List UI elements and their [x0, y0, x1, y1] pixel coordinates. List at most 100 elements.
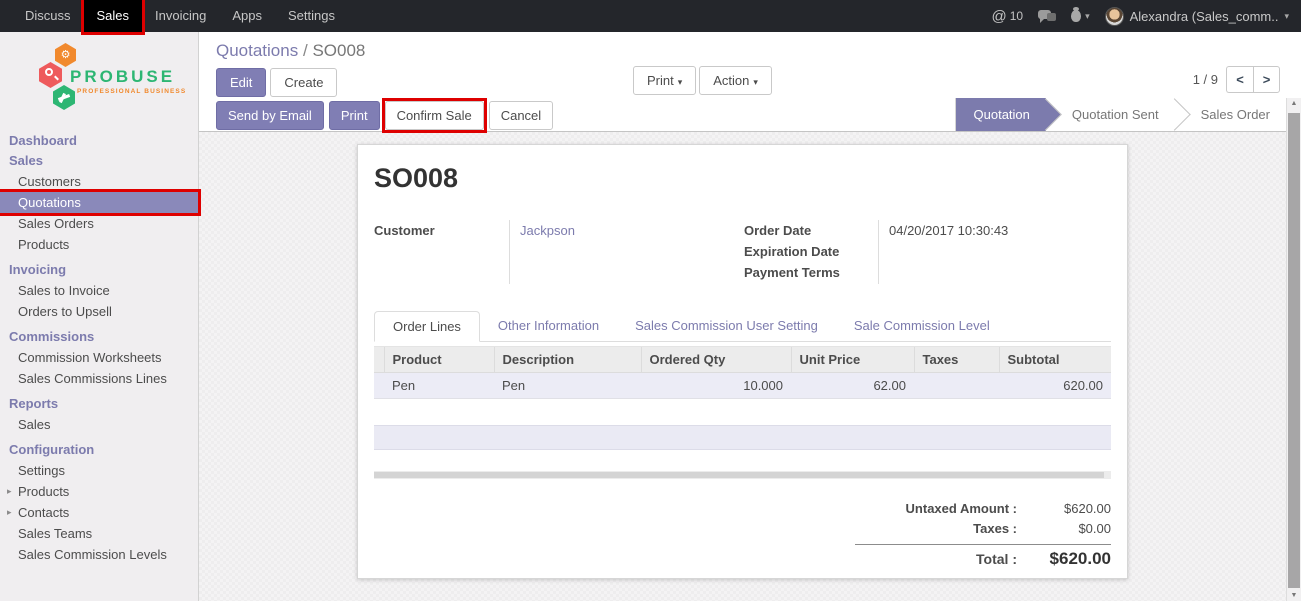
pager: 1 / 9 < >: [1193, 66, 1280, 93]
sidebar-section-dashboard[interactable]: Dashboard: [0, 131, 198, 151]
breadcrumb-quotations-link[interactable]: Quotations: [216, 41, 298, 60]
send-by-email-button[interactable]: Send by Email: [216, 101, 324, 130]
scroll-down-icon[interactable]: ▼: [1287, 592, 1301, 599]
pager-previous-button[interactable]: <: [1226, 66, 1253, 93]
table-header-row: Product Description Ordered Qty Unit Pri…: [374, 347, 1111, 373]
chevron-down-icon: ▾: [753, 77, 758, 87]
sidebar-item-sales-to-invoice[interactable]: Sales to Invoice: [0, 280, 198, 301]
col-taxes[interactable]: Taxes: [914, 347, 999, 373]
edit-create-buttons: Edit Create: [216, 68, 337, 97]
topbar-menu-discuss[interactable]: Discuss: [12, 0, 84, 32]
sidebar-item-products[interactable]: Products: [0, 234, 198, 255]
status-quotation[interactable]: Quotation: [956, 98, 1046, 131]
total-value: $620.00: [1031, 549, 1111, 569]
col-ordered-qty[interactable]: Ordered Qty: [641, 347, 791, 373]
create-button[interactable]: Create: [270, 68, 337, 97]
col-unit-price[interactable]: Unit Price: [791, 347, 914, 373]
gear-hexagon-icon: ⚙: [55, 43, 76, 67]
user-name: Alexandra (Sales_comm..: [1130, 9, 1279, 24]
tab-other-information[interactable]: Other Information: [480, 311, 617, 342]
scroll-up-icon[interactable]: ▲: [1287, 100, 1301, 107]
total-label: Total :: [855, 549, 1031, 569]
debug-menu-button[interactable]: ▾: [1071, 10, 1090, 22]
topbar-menu-apps[interactable]: Apps: [219, 0, 275, 32]
taxes-value: $0.00: [1031, 519, 1111, 539]
sidebar-section-sales[interactable]: Sales: [0, 151, 198, 171]
col-subtotal[interactable]: Subtotal: [999, 347, 1111, 373]
document-sheet: SO008 Customer Jackpson Order Date Expir…: [357, 144, 1128, 579]
payment-terms-label: Payment Terms: [744, 262, 878, 283]
horizontal-scrollbar-thumb[interactable]: [374, 472, 1104, 478]
topbar-menu-sales[interactable]: Sales: [84, 0, 143, 32]
sidebar-item-sales-commission-levels[interactable]: Sales Commission Levels: [0, 544, 198, 565]
topbar-menu-invoicing[interactable]: Invoicing: [142, 0, 219, 32]
sidebar-item-sales-teams[interactable]: Sales Teams: [0, 523, 198, 544]
notifications-button[interactable]: @ 10: [992, 8, 1024, 25]
breadcrumb-current: SO008: [312, 41, 365, 60]
logo-title: PROBUSE: [70, 67, 175, 87]
horizontal-scrollbar[interactable]: [374, 471, 1111, 479]
statusbar: Quotation Quotation Sent Sales Order: [955, 98, 1286, 131]
sidebar-item-customers[interactable]: Customers: [0, 171, 198, 192]
customer-field-group: Customer Jackpson: [374, 220, 744, 284]
vertical-scrollbar-thumb[interactable]: [1288, 113, 1300, 588]
sidebar-item-sales-commissions-lines[interactable]: Sales Commissions Lines: [0, 368, 198, 389]
payment-terms-value: [889, 262, 1093, 283]
magnifier-hexagon-icon: [39, 62, 62, 88]
pager-text: 1 / 9: [1193, 72, 1218, 87]
customer-label: Customer: [374, 220, 509, 241]
avatar: [1105, 7, 1124, 26]
sidebar-item-sales-orders[interactable]: Sales Orders: [0, 213, 198, 234]
sidebar-section-invoicing[interactable]: Invoicing: [0, 260, 198, 280]
status-sales-order[interactable]: Sales Order: [1175, 98, 1286, 131]
page-title: SO008: [374, 163, 1111, 194]
topbar-right: @ 10 ▾ Alexandra (Sales_comm.. ▾: [992, 0, 1301, 32]
sidebar: ⚙ PROBUSE PROFESSIONAL BUSINESS Dashboar…: [0, 32, 199, 601]
sidebar-item-config-products[interactable]: ▸Products: [0, 481, 198, 502]
notes-field: [374, 425, 1111, 450]
order-date-label: Order Date: [744, 220, 878, 241]
tabs: Order Lines Other Information Sales Comm…: [374, 310, 1111, 342]
chevron-down-icon: ▾: [1085, 11, 1090, 22]
expiration-date-value: [889, 241, 1093, 262]
print-button[interactable]: Print: [329, 101, 380, 130]
sidebar-item-commission-worksheets[interactable]: Commission Worksheets: [0, 347, 198, 368]
row-handle: [374, 373, 384, 399]
vertical-scrollbar[interactable]: ▲ ▼: [1286, 98, 1301, 601]
cancel-button[interactable]: Cancel: [489, 101, 553, 130]
tab-sale-commission-level[interactable]: Sale Commission Level: [836, 311, 1008, 342]
sidebar-item-settings[interactable]: Settings: [0, 460, 198, 481]
action-dropdown-button[interactable]: Action▾: [699, 66, 772, 95]
topbar-menu-settings[interactable]: Settings: [275, 0, 348, 32]
status-quotation-sent[interactable]: Quotation Sent: [1046, 98, 1175, 131]
tab-sales-commission-user-setting[interactable]: Sales Commission User Setting: [617, 311, 836, 342]
edit-button[interactable]: Edit: [216, 68, 266, 97]
handle-column-header: [374, 347, 384, 373]
pager-next-button[interactable]: >: [1253, 66, 1280, 93]
messages-icon[interactable]: [1038, 10, 1056, 23]
customer-value-link[interactable]: Jackpson: [520, 220, 689, 241]
sidebar-section-commissions[interactable]: Commissions: [0, 327, 198, 347]
sidebar-item-quotations[interactable]: Quotations: [0, 192, 198, 213]
sidebar-section-configuration[interactable]: Configuration: [0, 440, 198, 460]
breadcrumb-separator: /: [303, 41, 308, 60]
tab-order-lines[interactable]: Order Lines: [374, 311, 480, 342]
col-product[interactable]: Product: [384, 347, 494, 373]
expand-caret-icon: ▸: [7, 502, 12, 523]
print-dropdown-button[interactable]: Print▾: [633, 66, 696, 95]
confirm-sale-button[interactable]: Confirm Sale: [385, 101, 484, 130]
sidebar-item-orders-to-upsell[interactable]: Orders to Upsell: [0, 301, 198, 322]
notification-count: 10: [1010, 9, 1023, 23]
field-groups: Customer Jackpson Order Date Expiration …: [374, 220, 1111, 284]
sidebar-item-reports-sales[interactable]: Sales: [0, 414, 198, 435]
col-description[interactable]: Description: [494, 347, 641, 373]
company-logo[interactable]: ⚙ PROBUSE PROFESSIONAL BUSINESS: [0, 41, 198, 121]
sidebar-item-label: Products: [18, 484, 69, 499]
untaxed-amount-label: Untaxed Amount :: [855, 499, 1031, 519]
sidebar-section-reports[interactable]: Reports: [0, 394, 198, 414]
cell-product: Pen: [384, 373, 494, 399]
sidebar-item-config-contacts[interactable]: ▸Contacts: [0, 502, 198, 523]
user-menu-button[interactable]: Alexandra (Sales_comm.. ▾: [1105, 7, 1289, 26]
order-line-row[interactable]: Pen Pen 10.000 62.00 620.00: [374, 373, 1111, 399]
topbar: Discuss Sales Invoicing Apps Settings @ …: [0, 0, 1301, 32]
